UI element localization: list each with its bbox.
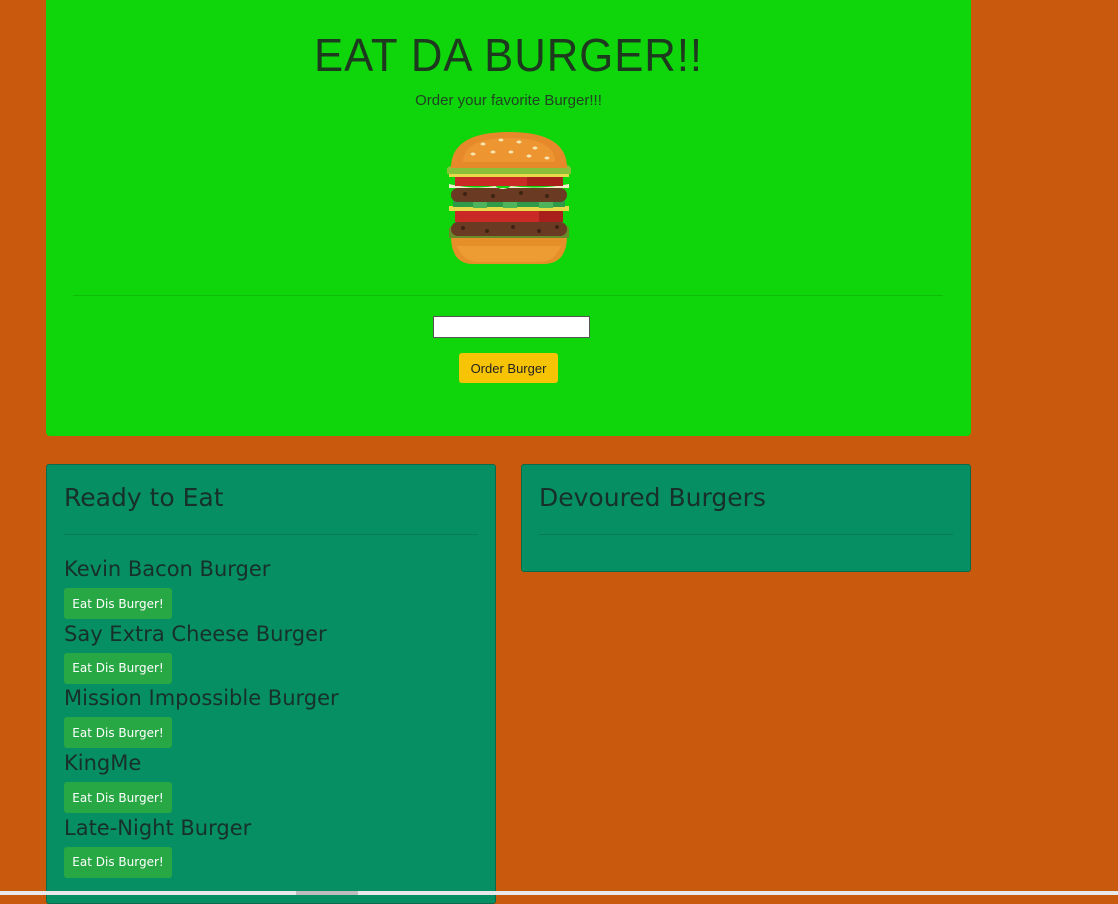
eat-burger-button[interactable]: Eat Dis Burger!	[64, 782, 172, 814]
eat-burger-button[interactable]: Eat Dis Burger!	[64, 652, 172, 684]
burger-name: Late-Night Burger	[64, 815, 252, 840]
card-divider	[64, 534, 478, 535]
burger-icon	[447, 132, 571, 264]
scrollbar-thumb[interactable]	[296, 891, 358, 895]
burger-name: Kevin Bacon Burger	[64, 557, 271, 581]
burger-name-input[interactable]	[433, 316, 590, 338]
ready-to-eat-heading: Ready to Eat	[64, 483, 224, 512]
eat-burger-button[interactable]: Eat Dis Burger!	[64, 588, 172, 619]
divider	[73, 295, 943, 296]
devoured-burgers-card: Devoured Burgers	[521, 464, 971, 572]
page-subtitle: Order your favorite Burger!!!	[415, 92, 602, 109]
burger-name: Mission Impossible Burger	[64, 686, 339, 711]
horizontal-scrollbar[interactable]	[0, 891, 1118, 895]
jumbotron: EAT DA BURGER!! Order your favorite Burg…	[46, 0, 971, 436]
eat-burger-button[interactable]: Eat Dis Burger!	[64, 846, 172, 878]
ready-to-eat-card: Ready to Eat Kevin Bacon Burger Eat Dis …	[46, 464, 496, 904]
page-title: EAT DA BURGER!!	[313, 29, 704, 81]
order-burger-button[interactable]: Order Burger	[459, 353, 558, 383]
burger-name: Say Extra Cheese Burger	[64, 621, 327, 646]
card-divider	[539, 534, 953, 535]
eat-burger-button[interactable]: Eat Dis Burger!	[64, 717, 172, 749]
burger-name: KingMe	[64, 751, 142, 776]
devoured-burgers-heading: Devoured Burgers	[539, 483, 766, 512]
